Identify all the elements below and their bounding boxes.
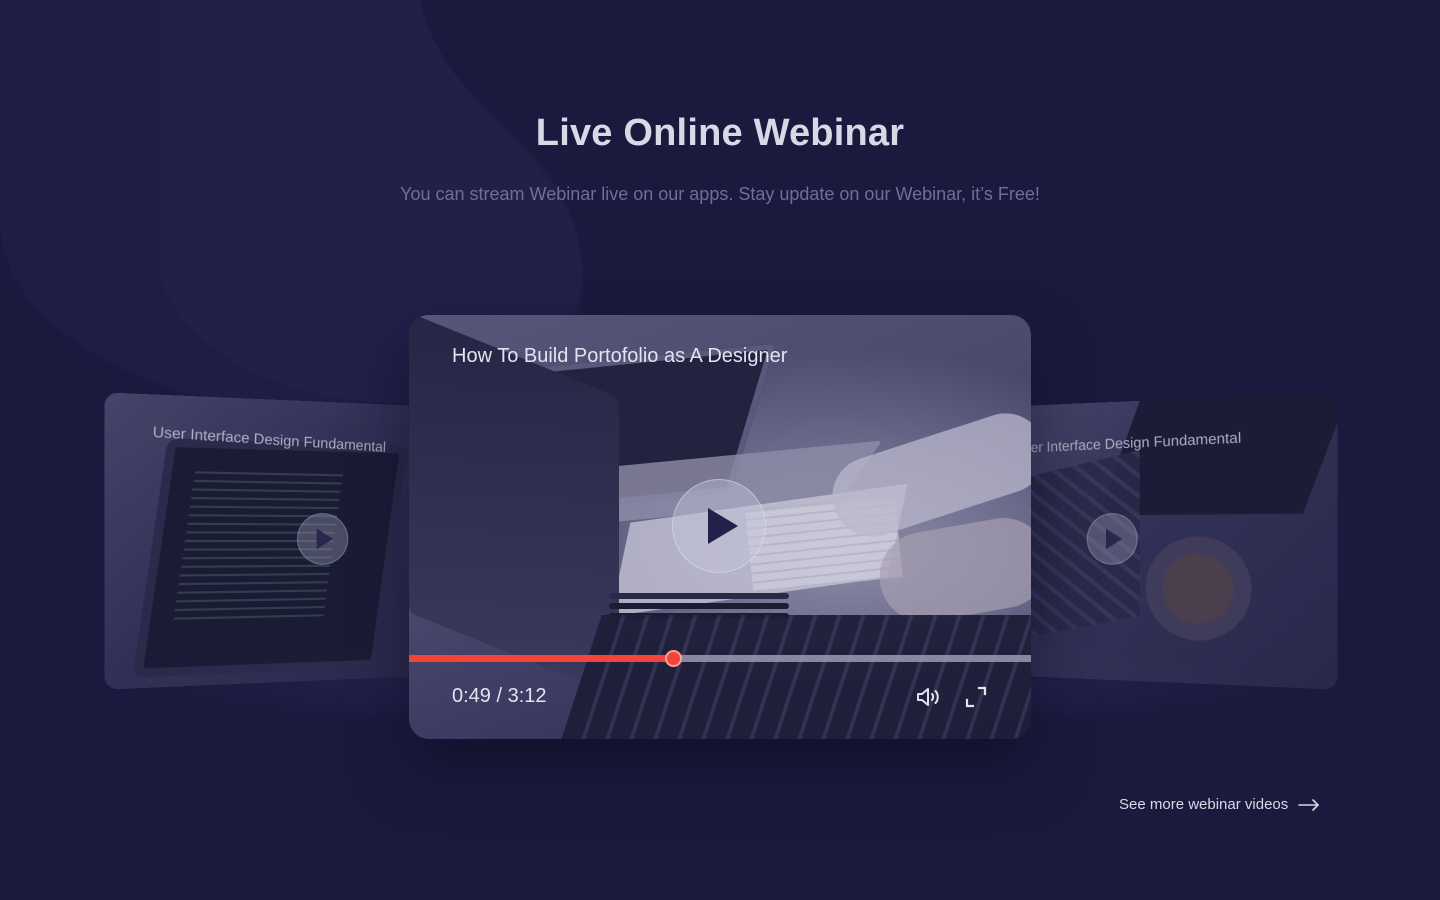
- section-title: Live Online Webinar: [535, 112, 905, 154]
- video-title: How To Build Portofolio as A Designer: [452, 345, 788, 367]
- see-more-link[interactable]: See more webinar videos: [1119, 796, 1320, 813]
- fullscreen-icon: [965, 686, 987, 708]
- section-subtitle: You can stream Webinar live on our apps.…: [400, 184, 1040, 204]
- time-display: 0:49 / 3:12: [452, 685, 547, 707]
- play-button[interactable]: [672, 479, 766, 573]
- fullscreen-button[interactable]: [962, 683, 990, 711]
- play-icon: [708, 508, 738, 544]
- arrow-right-icon: [1298, 798, 1320, 811]
- volume-button[interactable]: [915, 683, 943, 711]
- webinar-card-left[interactable]: User Interface Design Fundamental: [104, 392, 423, 690]
- progress-bar[interactable]: [409, 650, 1031, 667]
- play-icon[interactable]: [297, 512, 349, 565]
- volume-icon: [917, 688, 939, 706]
- video-player[interactable]: How To Build Portofolio as A Designer 0:…: [409, 315, 1031, 739]
- card-thumbnail-cup: [1139, 524, 1258, 654]
- progress-fill: [409, 655, 674, 662]
- see-more-label: See more webinar videos: [1119, 796, 1289, 813]
- webinar-card-right[interactable]: User Interface Design Fundamental: [1020, 392, 1338, 690]
- play-icon[interactable]: [1086, 512, 1138, 565]
